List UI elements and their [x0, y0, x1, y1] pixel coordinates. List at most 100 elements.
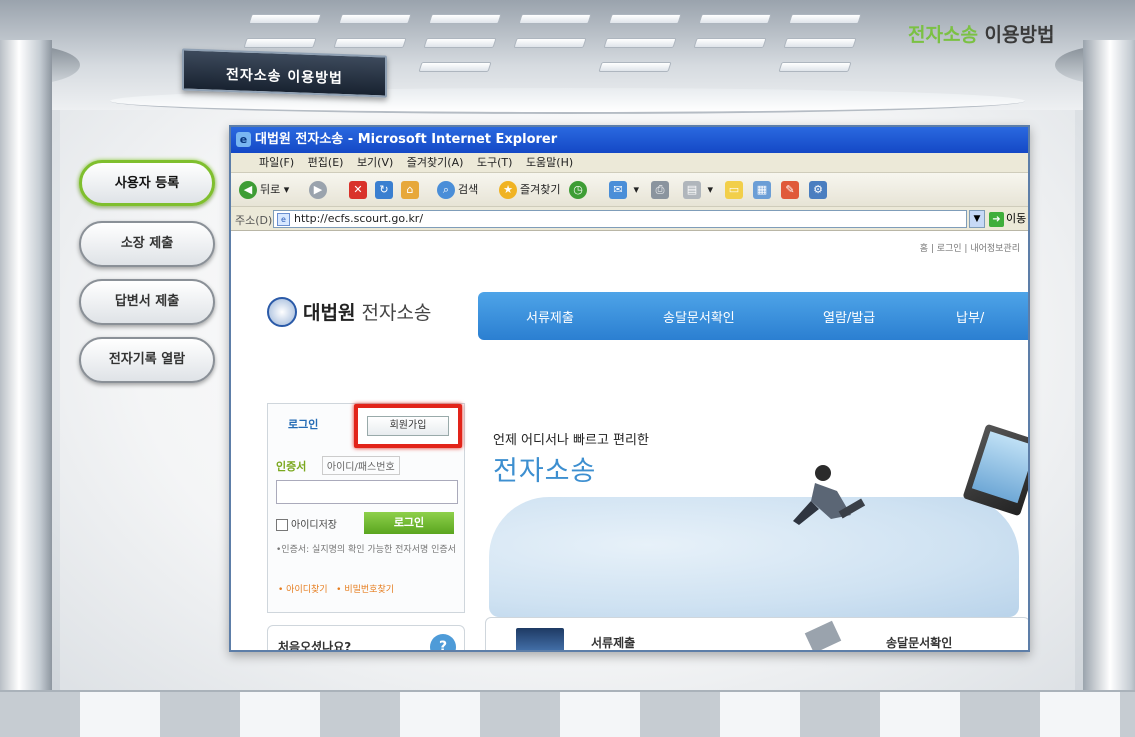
side-button-user-registration[interactable]: 사용자 등록 — [79, 160, 215, 206]
ceiling-light — [693, 38, 767, 48]
search-button[interactable]: ⌕ 검색 — [437, 180, 478, 200]
back-button[interactable]: ◀ 뒤로 ▾ — [239, 180, 289, 200]
go-label: 이동 — [1006, 212, 1027, 225]
corner-title: 전자소송 이용방법 — [908, 20, 1054, 47]
side-button-complaint-submission[interactable]: 소장 제출 — [79, 221, 215, 267]
ie-icon: e — [236, 132, 251, 147]
folder-icon: ▭ — [725, 181, 743, 199]
flying-man-illustration — [793, 465, 866, 525]
folder-button[interactable]: ▭ — [725, 180, 746, 200]
print-icon: ⎙ — [651, 181, 669, 199]
browser-toolbar: ◀ 뒤로 ▾ ▶ ✕ ↻ ⌂ ⌕ 검색 ★ 즐겨찾기 ◷ ✉ ▾ ⎙ ▤ ▾ ▭ ▦ … — [231, 173, 1028, 207]
favorites-button[interactable]: ★ 즐겨찾기 — [499, 180, 560, 200]
quick-link-document-submission[interactable]: 서류제출 — [591, 634, 635, 650]
print-button[interactable]: ⎙ — [651, 180, 672, 200]
menu-tools[interactable]: 도구(T) — [477, 156, 513, 169]
go-button[interactable]: ➜ 이동 — [989, 210, 1026, 228]
history-icon: ◷ — [569, 181, 587, 199]
nav-view-issue[interactable]: 열람/발급 — [823, 307, 875, 326]
pen-icon: ✎ — [781, 181, 799, 199]
ceiling-light — [428, 14, 502, 24]
home-button[interactable]: ⌂ — [401, 180, 422, 200]
certificate-note: •인증서: 실지명의 확인 가능한 전자서명 인증서 — [276, 545, 456, 555]
menu-file[interactable]: 파일(F) — [259, 156, 294, 169]
quick-links-panel: 서류제출 송달문서확인 — [485, 617, 1028, 650]
site-logo[interactable]: 대법원 전자소송 — [267, 296, 432, 329]
page-icon: e — [277, 213, 290, 226]
tutorial-stage: 전자소송 이용방법 전자소송 이용방법 사용자 등록 소장 제출 답변서 제출 … — [0, 0, 1135, 737]
section-title-tab: 전자소송 이용방법 — [182, 48, 387, 98]
history-button[interactable]: ◷ — [569, 180, 590, 200]
research-button[interactable]: ▦ — [753, 180, 774, 200]
pen-icon — [804, 620, 842, 650]
menu-favorites[interactable]: 즐겨찾기(A) — [407, 156, 464, 169]
address-bar: 주소(D) e http://ecfs.scourt.go.kr/ ▼ ➜ 이동 — [231, 207, 1028, 231]
corner-title-rest: 이용방법 — [977, 24, 1055, 46]
edit-button[interactable]: ▤ ▾ — [683, 180, 713, 200]
menu-bar: 파일(F) 편집(E) 보기(V) 즐겨찾기(A) 도구(T) 도움말(H) — [231, 153, 1028, 173]
menu-edit[interactable]: 편집(E) — [308, 156, 344, 169]
auth-tabs: 인증서 아이디/패스번호 — [276, 456, 400, 475]
ceiling-light — [248, 14, 322, 24]
right-pillar — [1083, 40, 1135, 710]
address-dropdown-button[interactable]: ▼ — [969, 210, 985, 228]
banner-subtitle: 언제 어디서나 빠르고 편리한 — [493, 433, 649, 448]
messenger-button[interactable]: ✎ — [781, 180, 802, 200]
help-box[interactable]: 처음오셨나요? ? — [267, 625, 465, 650]
document-icon — [516, 628, 564, 650]
banner-cloud-image — [489, 497, 1019, 617]
nav-document-submission[interactable]: 서류제출 — [526, 307, 574, 326]
court-emblem-icon — [267, 296, 297, 327]
logo-bold: 대법원 — [303, 302, 356, 324]
ceiling-light — [608, 14, 682, 24]
certificate-input[interactable] — [276, 480, 458, 504]
tab-id-password[interactable]: 아이디/패스번호 — [321, 456, 400, 475]
find-password-link[interactable]: • 비밀번호찾기 — [336, 585, 394, 595]
logo-thin: 전자소송 — [355, 302, 432, 324]
ceiling-light — [338, 14, 412, 24]
menu-view[interactable]: 보기(V) — [357, 156, 393, 169]
ceiling-light — [778, 62, 852, 72]
ceiling-light — [423, 38, 497, 48]
address-label: 주소(D) — [235, 214, 273, 227]
tab-join-highlight[interactable]: 회원가입 — [354, 404, 462, 448]
menu-help[interactable]: 도움말(H) — [526, 156, 573, 169]
browser-window: e 대법원 전자소송 - Microsoft Internet Explorer… — [229, 125, 1030, 652]
ceiling-light — [418, 62, 492, 72]
go-arrow-icon: ➜ — [989, 212, 1004, 227]
login-button[interactable]: 로그인 — [364, 512, 454, 534]
mail-button[interactable]: ✉ ▾ — [609, 180, 639, 200]
nav-payment[interactable]: 납부/ — [956, 307, 984, 326]
address-input[interactable]: e http://ecfs.scourt.go.kr/ — [273, 210, 967, 228]
web-page: 홈 | 로그인 | 내어정보관리 대법원 전자소송 서류제출 송달문서확인 열람… — [231, 233, 1028, 650]
join-button[interactable]: 회원가입 — [367, 416, 449, 436]
ceiling-light — [698, 14, 772, 24]
nav-service-check[interactable]: 송달문서확인 — [663, 307, 735, 326]
tab-certificate[interactable]: 인증서 — [276, 460, 306, 473]
ceiling-light — [783, 38, 857, 48]
tools-icon: ⚙ — [809, 181, 827, 199]
refresh-icon: ↻ — [375, 181, 393, 199]
refresh-button[interactable]: ↻ — [375, 180, 396, 200]
side-button-answer-submission[interactable]: 답변서 제출 — [79, 279, 215, 325]
quick-link-service-check[interactable]: 송달문서확인 — [886, 634, 952, 650]
save-id-checkbox[interactable]: 아이디저장 — [276, 516, 337, 531]
research-icon: ▦ — [753, 181, 771, 199]
tools-button[interactable]: ⚙ — [809, 180, 830, 200]
address-value: http://ecfs.scourt.go.kr/ — [294, 212, 424, 225]
find-links: • 아이디찾기 • 비밀번호찾기 — [278, 582, 394, 595]
back-label: 뒤로 — [260, 183, 281, 196]
login-box: 로그인 회원가입 인증서 아이디/패스번호 아이디저장 로그인 •인증서: 실지… — [267, 403, 465, 613]
side-button-record-viewing[interactable]: 전자기록 열람 — [79, 337, 215, 383]
utility-links[interactable]: 홈 | 로그인 | 내어정보관리 — [920, 241, 1020, 254]
stop-button[interactable]: ✕ — [349, 180, 370, 200]
home-icon: ⌂ — [401, 181, 419, 199]
left-pillar — [0, 40, 52, 710]
main-nav: 서류제출 송달문서확인 열람/발급 납부/ — [478, 292, 1028, 340]
find-id-link[interactable]: • 아이디찾기 — [278, 585, 328, 595]
edit-icon: ▤ — [683, 181, 701, 199]
forward-button[interactable]: ▶ — [309, 180, 330, 200]
tab-login[interactable]: 로그인 — [288, 416, 318, 432]
checkered-floor — [0, 690, 1135, 737]
favorites-label: 즐겨찾기 — [520, 183, 561, 196]
